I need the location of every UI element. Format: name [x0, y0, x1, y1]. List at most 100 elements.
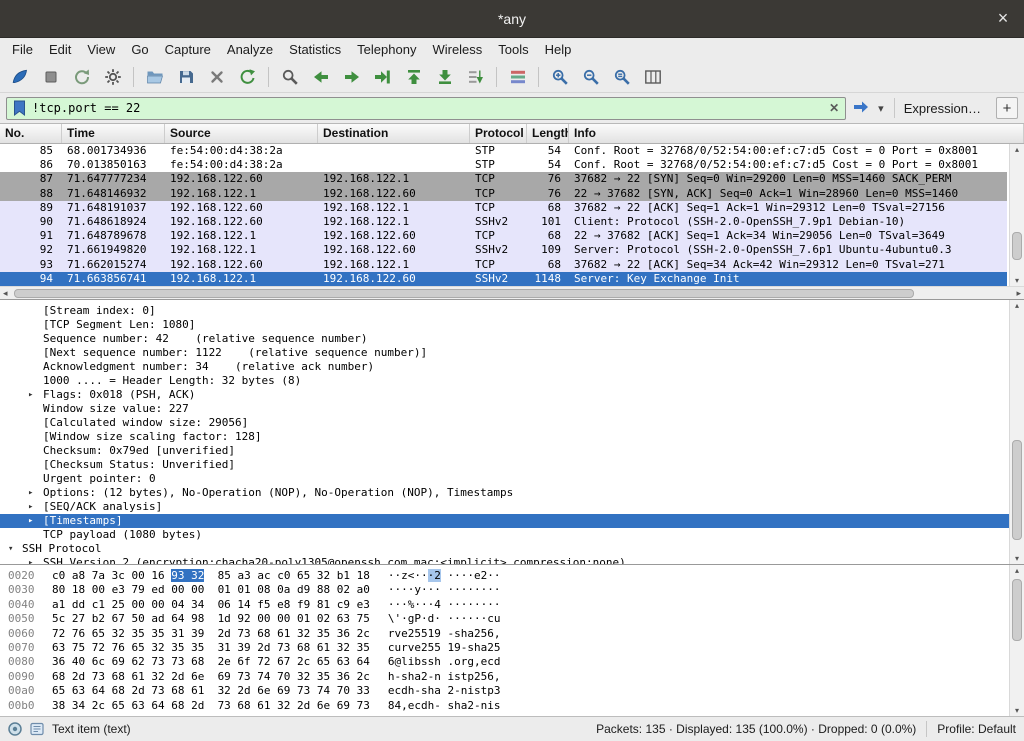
menu-analyze[interactable]: Analyze	[219, 38, 281, 62]
filter-clear-icon[interactable]: ✕	[829, 102, 839, 114]
filter-history-dropdown[interactable]: ▾	[876, 102, 886, 115]
add-filter-button[interactable]: +	[996, 97, 1018, 119]
zoom-reset-button[interactable]	[606, 64, 637, 91]
scroll-up-icon[interactable]: ▴	[1010, 565, 1024, 576]
menu-go[interactable]: Go	[123, 38, 156, 62]
filter-bookmark-icon[interactable]	[13, 100, 26, 116]
detail-line[interactable]: Checksum: 0x79ed [unverified]	[0, 444, 1024, 458]
menu-wireless[interactable]: Wireless	[424, 38, 490, 62]
menu-telephony[interactable]: Telephony	[349, 38, 424, 62]
reload-file-button[interactable]	[232, 64, 263, 91]
expert-info-icon[interactable]	[8, 722, 22, 736]
detail-line[interactable]: [TCP Segment Len: 1080]	[0, 318, 1024, 332]
resize-columns-button[interactable]	[637, 64, 668, 91]
hex-row-00a0[interactable]: 00a065 63 64 68 2d 73 68 61 32 2d 6e 69 …	[0, 684, 1024, 698]
hex-row-0050[interactable]: 00505c 27 b2 67 50 ad 64 98 1d 92 00 00 …	[0, 612, 1024, 626]
column-header-info[interactable]: Info	[569, 124, 1024, 143]
packet-row-88[interactable]: 8871.648146932192.168.122.1192.168.122.6…	[0, 187, 1007, 201]
menu-tools[interactable]: Tools	[490, 38, 536, 62]
menu-view[interactable]: View	[79, 38, 123, 62]
menu-help[interactable]: Help	[537, 38, 580, 62]
menu-file[interactable]: File	[4, 38, 41, 62]
close-window-button[interactable]: ×	[992, 8, 1014, 30]
detail-line[interactable]: Window size value: 227	[0, 402, 1024, 416]
expand-icon[interactable]: ▸	[28, 556, 33, 564]
annotation-icon[interactable]	[30, 722, 44, 736]
scroll-down-icon[interactable]: ▾	[1010, 275, 1024, 286]
profile-status[interactable]: Profile: Default	[937, 722, 1016, 736]
hex-scrollbar[interactable]: ▴ ▾	[1009, 565, 1024, 716]
hex-row-0020[interactable]: 0020c0 a8 7a 3c 00 16 93 32 85 a3 ac c0 …	[0, 569, 1024, 583]
column-header-time[interactable]: Time	[62, 124, 165, 143]
scrollbar-thumb[interactable]	[1012, 232, 1022, 260]
zoom-out-button[interactable]	[575, 64, 606, 91]
column-header-source[interactable]: Source	[165, 124, 318, 143]
detail-line[interactable]: ▾SSH Protocol	[0, 542, 1024, 556]
expression-button[interactable]: Expression…	[894, 98, 990, 118]
packet-row-85[interactable]: 8568.001734936fe:54:00:d4:38:2aSTP54Conf…	[0, 144, 1007, 158]
menu-statistics[interactable]: Statistics	[281, 38, 349, 62]
save-file-button[interactable]	[170, 64, 201, 91]
scroll-right-icon[interactable]: ▸	[1016, 287, 1021, 299]
title-bar[interactable]: *any ×	[0, 0, 1024, 38]
detail-line[interactable]: ▸[Timestamps]	[0, 514, 1024, 528]
packet-row-94[interactable]: 9471.663856741192.168.122.1192.168.122.6…	[0, 272, 1007, 286]
hex-row-0030[interactable]: 003080 18 00 e3 79 ed 00 00 01 01 08 0a …	[0, 583, 1024, 597]
hex-row-00b0[interactable]: 00b038 34 2c 65 63 64 68 2d 73 68 61 32 …	[0, 699, 1024, 713]
detail-line[interactable]: [Window size scaling factor: 128]	[0, 430, 1024, 444]
scrollbar-thumb[interactable]	[1012, 440, 1022, 540]
packet-row-90[interactable]: 9071.648618924192.168.122.60192.168.122.…	[0, 215, 1007, 229]
scroll-left-icon[interactable]: ◂	[3, 287, 8, 299]
find-packet-button[interactable]	[274, 64, 305, 91]
go-back-button[interactable]	[305, 64, 336, 91]
detail-line[interactable]: ▸Flags: 0x018 (PSH, ACK)	[0, 388, 1024, 402]
expand-icon[interactable]: ▸	[28, 486, 33, 500]
display-filter-input[interactable]: !tcp.port == 22 ✕	[6, 97, 846, 120]
scroll-down-icon[interactable]: ▾	[1010, 705, 1024, 716]
go-last-button[interactable]	[429, 64, 460, 91]
start-capture-button[interactable]	[4, 64, 35, 91]
column-header-no[interactable]: No.	[0, 124, 62, 143]
expand-icon[interactable]: ▸	[28, 388, 33, 402]
go-forward-button[interactable]	[336, 64, 367, 91]
hex-row-0040[interactable]: 0040a1 dd c1 25 00 00 04 34 06 14 f5 e8 …	[0, 598, 1024, 612]
close-file-button[interactable]	[201, 64, 232, 91]
collapse-icon[interactable]: ▾	[8, 542, 13, 556]
stop-capture-button[interactable]	[35, 64, 66, 91]
scrollbar-thumb[interactable]	[1012, 579, 1022, 641]
scroll-up-icon[interactable]: ▴	[1010, 300, 1024, 311]
open-file-button[interactable]	[139, 64, 170, 91]
capture-options-button[interactable]	[97, 64, 128, 91]
packet-row-89[interactable]: 8971.648191037192.168.122.60192.168.122.…	[0, 201, 1007, 215]
packet-list-scrollbar[interactable]: ▴ ▾	[1009, 144, 1024, 286]
colorize-packets-button[interactable]	[502, 64, 533, 91]
column-header-length[interactable]: Length	[527, 124, 569, 143]
menu-edit[interactable]: Edit	[41, 38, 79, 62]
column-header-protocol[interactable]: Protocol	[470, 124, 527, 143]
hex-row-0070[interactable]: 007063 75 72 76 65 32 35 35 31 39 2d 73 …	[0, 641, 1024, 655]
detail-line[interactable]: [Next sequence number: 1122 (relative se…	[0, 346, 1024, 360]
detail-line[interactable]: 1000 .... = Header Length: 32 bytes (8)	[0, 374, 1024, 388]
detail-line[interactable]: [Calculated window size: 29056]	[0, 416, 1024, 430]
hex-row-0060[interactable]: 006072 76 65 32 35 35 31 39 2d 73 68 61 …	[0, 627, 1024, 641]
detail-line[interactable]: [Checksum Status: Unverified]	[0, 458, 1024, 472]
packet-row-91[interactable]: 9171.648789678192.168.122.1192.168.122.6…	[0, 229, 1007, 243]
expand-icon[interactable]: ▸	[28, 514, 33, 528]
packet-row-86[interactable]: 8670.013850163fe:54:00:d4:38:2aSTP54Conf…	[0, 158, 1007, 172]
go-to-packet-button[interactable]	[367, 64, 398, 91]
detail-line[interactable]: Urgent pointer: 0	[0, 472, 1024, 486]
hex-row-0090[interactable]: 009068 2d 73 68 61 32 2d 6e 69 73 74 70 …	[0, 670, 1024, 684]
detail-line[interactable]: [Stream index: 0]	[0, 304, 1024, 318]
column-header-destination[interactable]: Destination	[318, 124, 470, 143]
scroll-up-icon[interactable]: ▴	[1010, 144, 1024, 155]
go-first-button[interactable]	[398, 64, 429, 91]
details-scrollbar[interactable]: ▴ ▾	[1009, 300, 1024, 564]
packet-list-hscroll[interactable]: ◂ ▸	[0, 286, 1024, 299]
packet-row-87[interactable]: 8771.647777234192.168.122.60192.168.122.…	[0, 172, 1007, 186]
detail-line[interactable]: TCP payload (1080 bytes)	[0, 528, 1024, 542]
detail-line[interactable]: Sequence number: 42 (relative sequence n…	[0, 332, 1024, 346]
zoom-in-button[interactable]	[544, 64, 575, 91]
detail-line[interactable]: Acknowledgment number: 34 (relative ack …	[0, 360, 1024, 374]
hex-row-0080[interactable]: 008036 40 6c 69 62 73 73 68 2e 6f 72 67 …	[0, 655, 1024, 669]
packet-row-92[interactable]: 9271.661949820192.168.122.1192.168.122.6…	[0, 243, 1007, 257]
